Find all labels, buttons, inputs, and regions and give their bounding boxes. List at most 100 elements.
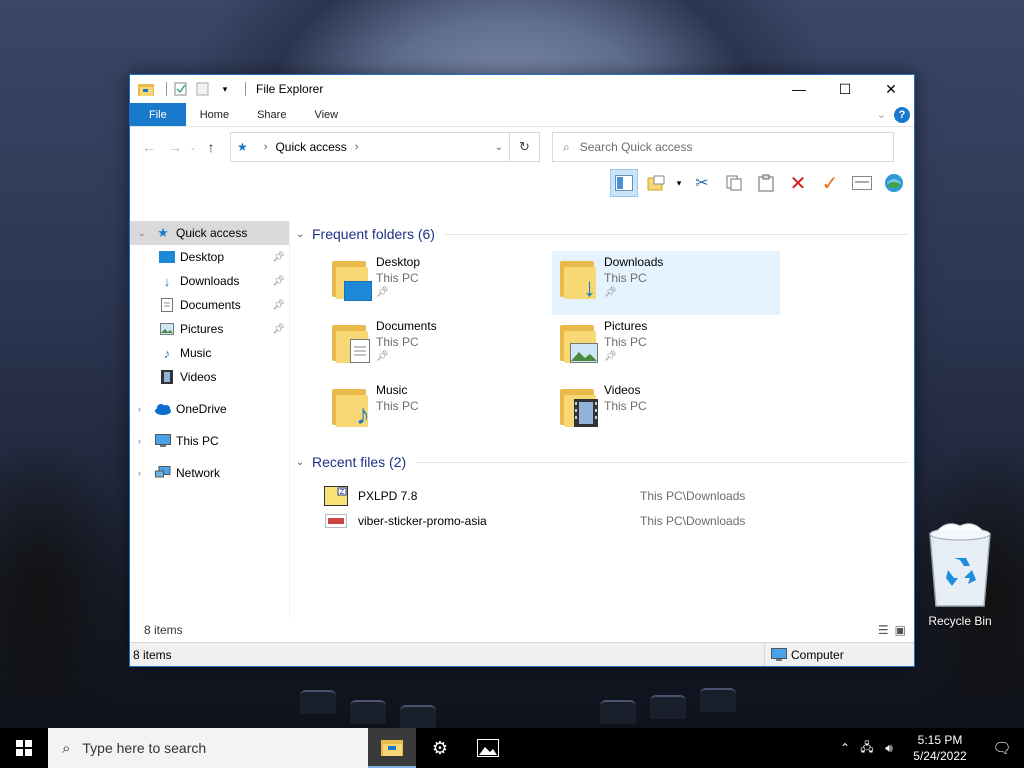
recent-locations-icon[interactable]: ⌄ — [188, 143, 198, 152]
minimize-button[interactable]: — — [776, 75, 822, 103]
address-dropdown-icon[interactable]: ⌄ — [495, 142, 503, 153]
item-count: 8 items — [144, 623, 183, 637]
up-button[interactable]: ↑ — [198, 139, 224, 155]
recent-file-row[interactable]: viber-sticker-promo-asia This PC\Downloa… — [296, 508, 914, 533]
quick-access-star-icon: ★ — [237, 140, 248, 154]
notifications-icon[interactable]: 🗨︎ — [980, 739, 1024, 757]
delete-icon[interactable]: ✕ — [784, 169, 812, 197]
collapse-icon[interactable]: ⌄ — [296, 457, 312, 468]
command-toolbar: ▾ ✂ ✕ ✓ — [130, 167, 914, 199]
tab-share[interactable]: Share — [243, 103, 300, 126]
nav-item-downloads[interactable]: ↓ Downloads 📌︎ — [130, 269, 289, 293]
forward-button[interactable]: → — [162, 139, 188, 155]
folder-desktop[interactable]: Desktop This PC 📌︎ — [324, 251, 552, 315]
nav-network[interactable]: › Network — [130, 461, 289, 485]
recent-files-header[interactable]: ⌄ Recent files (2) — [296, 449, 914, 475]
start-button[interactable] — [0, 728, 48, 768]
folder-downloads[interactable]: ↓ Downloads This PC 📌︎ — [552, 251, 780, 315]
nav-item-pictures[interactable]: Pictures 📌︎ — [130, 317, 289, 341]
expand-icon[interactable]: › — [138, 436, 154, 446]
decor-seat — [700, 688, 736, 712]
chevron-right-icon[interactable]: › — [355, 141, 359, 153]
tab-view[interactable]: View — [300, 103, 352, 126]
folder-videos[interactable]: Videos This PC — [552, 379, 780, 443]
collapse-icon[interactable]: ⌄ — [296, 229, 312, 240]
refresh-button[interactable]: ↻ — [510, 132, 540, 162]
nav-onedrive[interactable]: › OneDrive — [130, 397, 289, 421]
web-globe-icon[interactable] — [880, 169, 908, 197]
pin-icon: 📌︎ — [272, 251, 285, 263]
nav-item-videos[interactable]: Videos — [130, 365, 289, 389]
taskbar-search-input[interactable]: ⌕ Type here to search — [48, 728, 368, 768]
cut-icon[interactable]: ✂ — [688, 169, 716, 197]
tab-home[interactable]: Home — [186, 103, 243, 126]
decor-seat — [300, 690, 336, 714]
nav-item-music[interactable]: ♪ Music — [130, 341, 289, 365]
search-icon: ⌕ — [62, 739, 71, 757]
quick-access-star-icon: ★ — [157, 225, 169, 240]
collapse-icon[interactable]: ⌄ — [138, 228, 154, 239]
search-icon: ⌕ — [563, 139, 570, 154]
network-icon[interactable]: 🖧︎ — [856, 738, 878, 759]
nav-item-documents[interactable]: Documents 📌︎ — [130, 293, 289, 317]
customize-qat-icon[interactable]: ▾ — [217, 82, 233, 96]
large-icons-view-icon[interactable]: ▣ — [895, 623, 906, 637]
content-pane: ⌄ Frequent folders (6) Desktop This PC 📌… — [290, 221, 914, 618]
documents-icon — [158, 298, 176, 312]
new-folder-icon[interactable] — [195, 82, 211, 96]
close-button[interactable]: ✕ — [868, 75, 914, 103]
dropdown-arrow-icon[interactable]: ▾ — [674, 169, 684, 197]
address-location[interactable]: Quick access — [275, 140, 346, 154]
computer-icon — [771, 647, 787, 661]
new-window-icon[interactable] — [848, 169, 876, 197]
system-tray: ⌃ 🖧︎ 🔊︎ 5:15 PM 5/24/2022 🗨︎ — [834, 728, 1024, 768]
recent-file-row[interactable]: Z PXLPD 7.8 This PC\Downloads — [296, 483, 914, 508]
folder-documents[interactable]: Documents This PC 📌︎ — [324, 315, 552, 379]
documents-folder-icon — [330, 319, 370, 367]
taskbar-settings[interactable]: ⚙ — [416, 728, 464, 768]
chevron-up-icon[interactable]: ⌃ — [834, 741, 856, 755]
folder-music[interactable]: ♪ Music This PC — [324, 379, 552, 443]
explorer-folder-icon — [138, 82, 154, 96]
nav-quick-access[interactable]: ⌄ ★ Quick access — [130, 221, 289, 245]
paste-icon[interactable] — [752, 169, 780, 197]
taskbar-file-explorer[interactable] — [368, 728, 416, 768]
maximize-button[interactable]: ☐ — [822, 75, 868, 103]
address-bar[interactable]: ★ › Quick access › ⌄ — [230, 132, 510, 162]
decor-seat — [400, 705, 436, 729]
back-button[interactable]: ← — [136, 139, 162, 155]
frequent-folders-header[interactable]: ⌄ Frequent folders (6) — [296, 221, 914, 247]
photos-icon — [477, 739, 499, 757]
properties-icon[interactable] — [642, 169, 670, 197]
downloads-icon: ↓ — [163, 273, 171, 289]
rename-icon[interactable]: ✓ — [816, 169, 844, 197]
expand-icon[interactable]: › — [138, 468, 154, 478]
file-explorer-window: ▾ File Explorer — ☐ ✕ File Home Share Vi… — [129, 74, 915, 667]
folder-pictures[interactable]: Pictures This PC 📌︎ — [552, 315, 780, 379]
help-icon[interactable]: ? — [894, 106, 910, 123]
properties-icon[interactable] — [173, 82, 189, 96]
recycle-bin[interactable]: Recycle Bin — [915, 520, 1005, 628]
details-view-icon[interactable]: ☰ — [878, 623, 889, 637]
pin-icon: 📌︎ — [272, 299, 285, 311]
copy-icon[interactable] — [720, 169, 748, 197]
volume-icon[interactable]: 🔊︎ — [878, 741, 900, 756]
chevron-right-icon: › — [263, 141, 268, 153]
nav-this-pc[interactable]: › This PC — [130, 429, 289, 453]
gear-icon: ⚙ — [431, 737, 449, 758]
clock[interactable]: 5:15 PM 5/24/2022 — [900, 732, 980, 764]
taskbar-photos[interactable] — [464, 728, 512, 768]
status-bar: 8 items ☰ ▣ — [130, 618, 914, 642]
nav-item-desktop[interactable]: Desktop 📌︎ — [130, 245, 289, 269]
music-folder-icon: ♪ — [330, 383, 370, 431]
expand-icon[interactable]: › — [138, 404, 154, 414]
navigation-pane-icon[interactable] — [610, 169, 638, 197]
search-input[interactable]: ⌕ Search Quick access — [552, 132, 894, 162]
desktop-icon — [158, 251, 176, 263]
tab-file[interactable]: File — [130, 103, 186, 126]
desktop-folder-icon — [330, 255, 372, 303]
computer-icon — [154, 434, 172, 448]
navigation-bar: ← → ⌄ ↑ ★ › Quick access › ⌄ ↻ ⌕ Search … — [130, 127, 914, 167]
pin-icon: 📌︎ — [376, 287, 389, 298]
expand-ribbon-icon[interactable]: ⌄ — [877, 108, 886, 121]
